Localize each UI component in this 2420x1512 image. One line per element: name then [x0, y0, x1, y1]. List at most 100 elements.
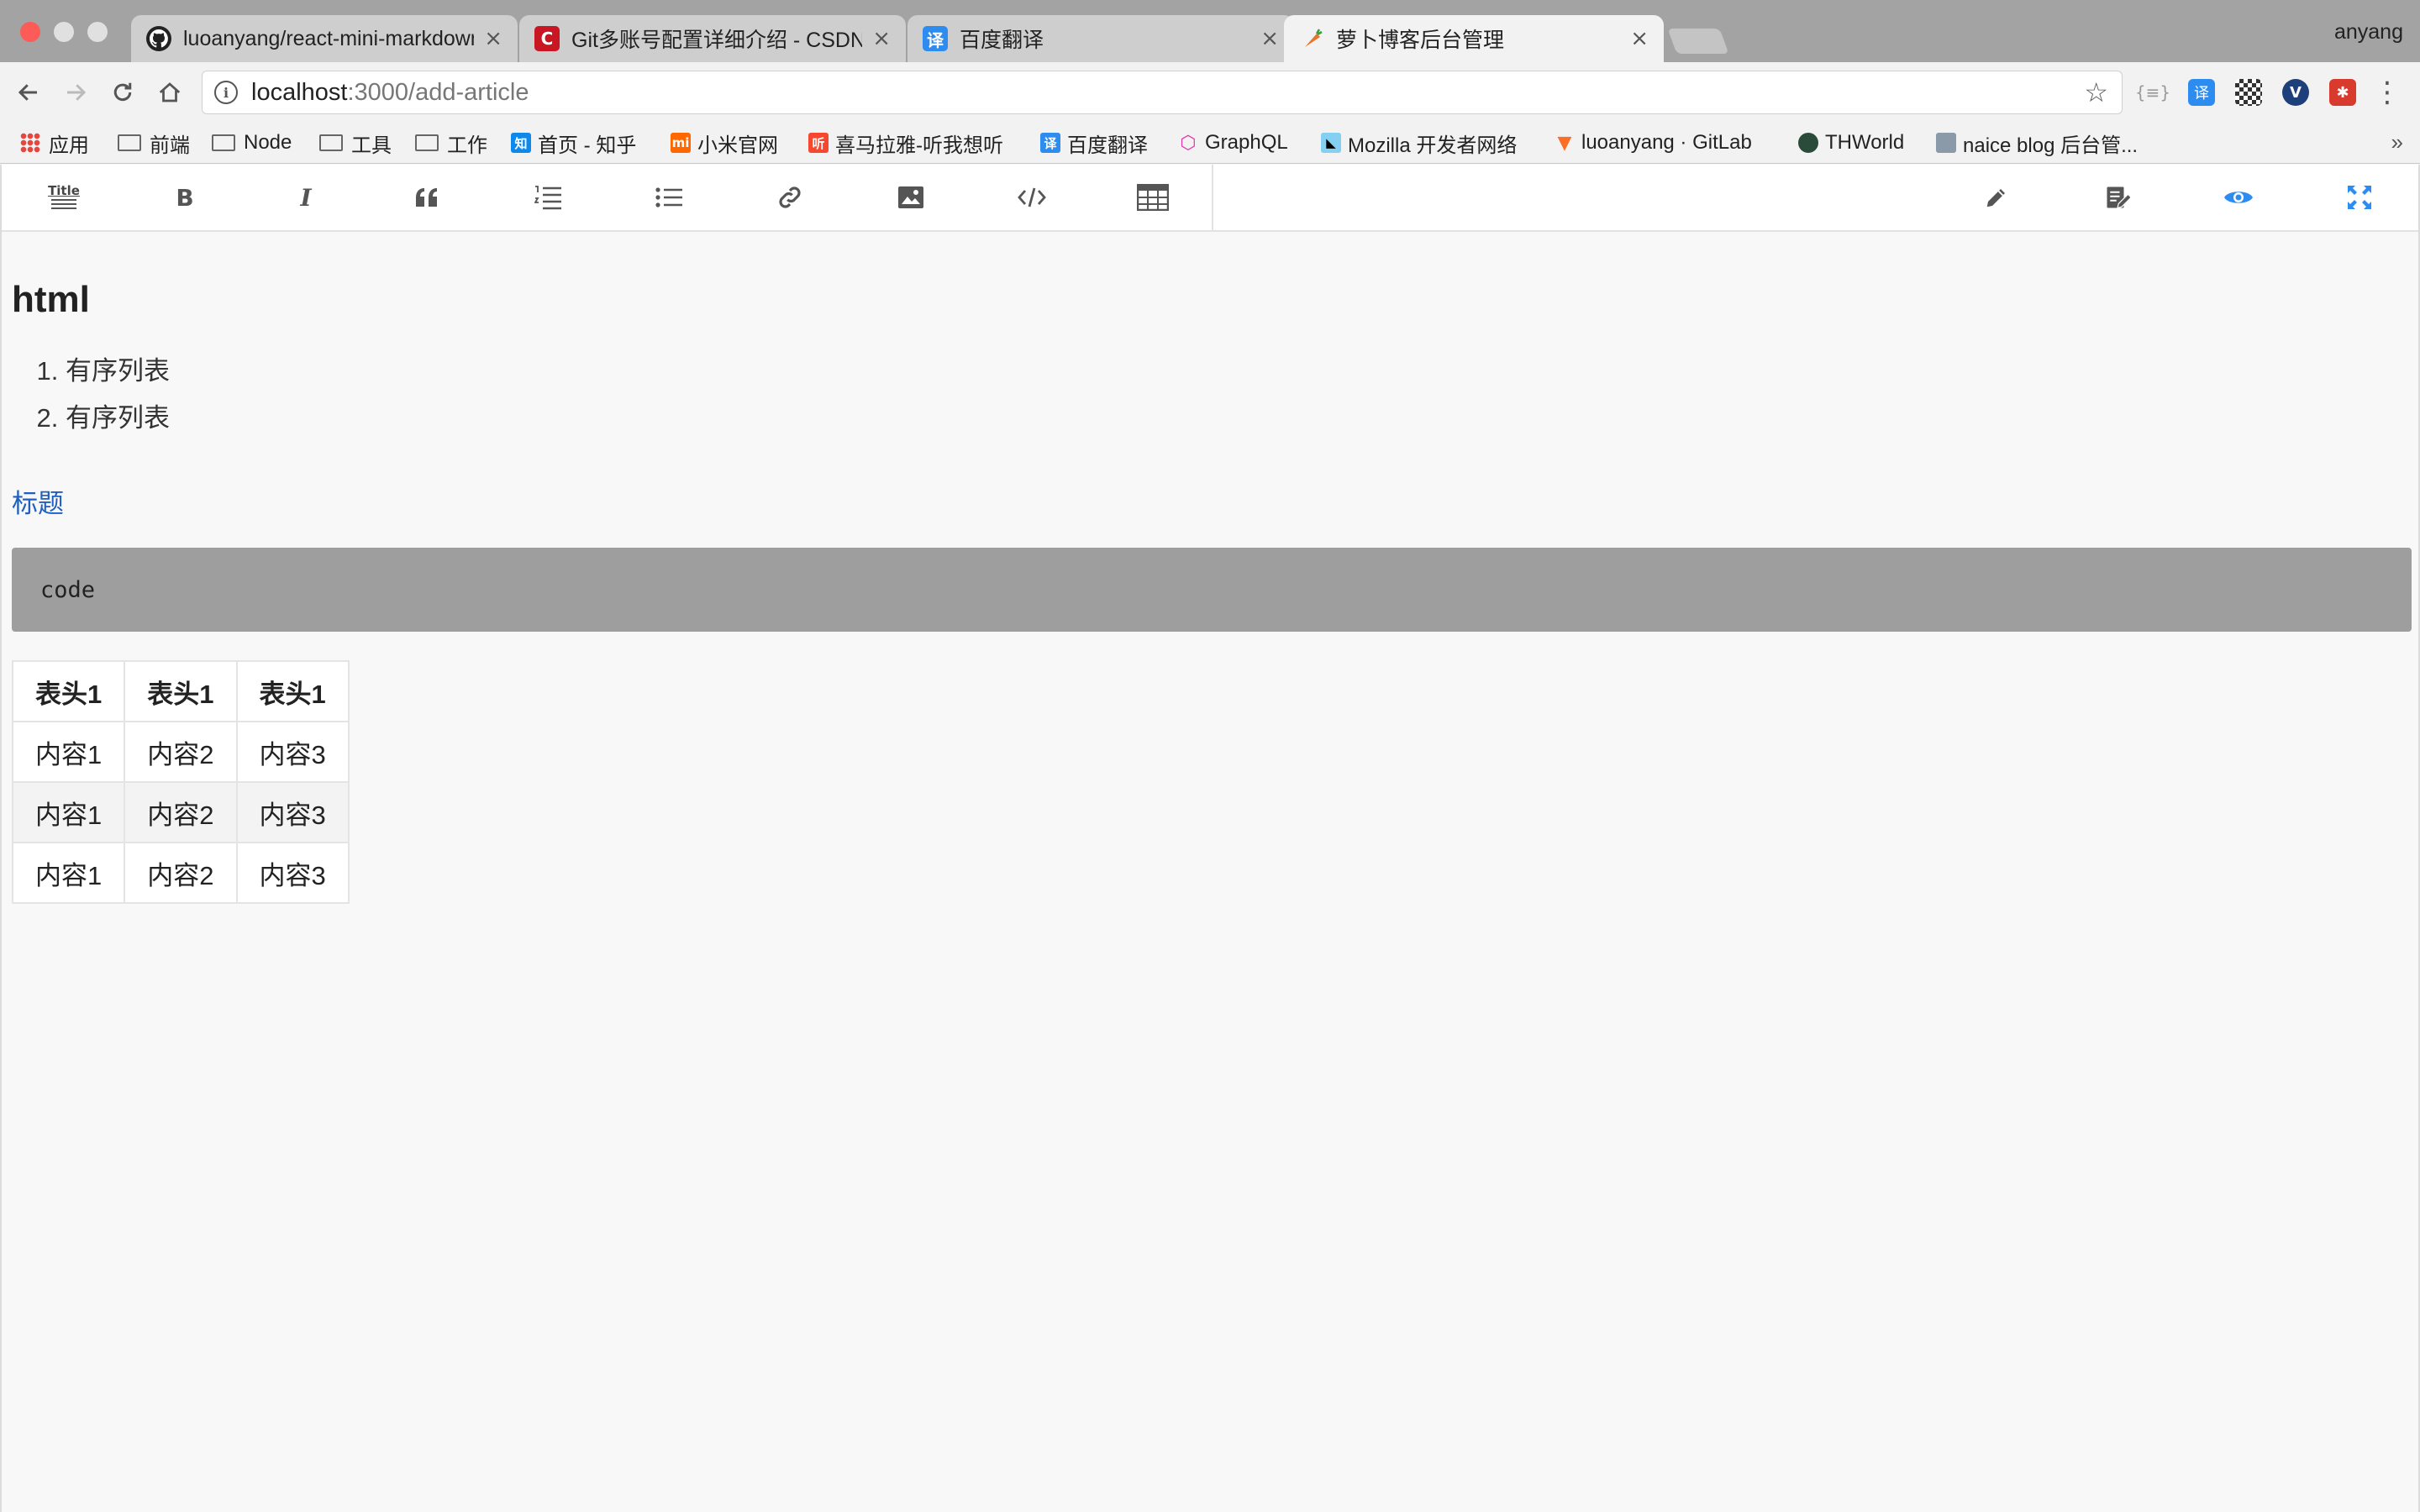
bookmark-label: Node — [244, 131, 292, 154]
tab-close-icon[interactable]: × — [1260, 26, 1279, 51]
unordered-list-icon[interactable] — [649, 178, 689, 217]
bookmark-label: GraphQL — [1205, 131, 1288, 154]
tab-title: Git多账号配置详细介绍 - CSDN — [571, 29, 863, 52]
title-button[interactable]: Title — [44, 178, 84, 217]
browser-toolbar: i localhost:3000/add-article ☆ {≡} 译 V ✱… — [0, 62, 2420, 123]
bookmark-folder[interactable]: 前端 — [118, 128, 190, 158]
bookmark-label: luoanyang · GitLab — [1581, 131, 1752, 154]
bookmark-apps[interactable]: 应用 — [20, 128, 89, 158]
bookmark-label: 喜马拉雅-听我想听 — [835, 134, 1003, 157]
list-item: 有序列表 — [66, 348, 170, 395]
graphql-icon: ⬡ — [1180, 132, 1197, 154]
bookmark-folder[interactable]: 工具 — [319, 128, 392, 158]
reload-icon[interactable] — [104, 74, 141, 111]
table-header-cell: 表头1 — [124, 660, 238, 722]
table-header-cell: 表头1 — [235, 660, 350, 722]
ordered-list: 有序列表 有序列表 — [12, 348, 170, 442]
more-bookmarks-icon[interactable]: » — [2391, 129, 2403, 155]
red-extension-icon[interactable]: ✱ — [2329, 79, 2356, 106]
tab-title: luoanyang/react-mini-markdown — [183, 26, 475, 50]
vue-devtools-extension-icon[interactable]: V — [2282, 79, 2309, 106]
qrcode-extension-icon[interactable] — [2235, 79, 2262, 106]
code-icon[interactable] — [1012, 178, 1052, 217]
markdown-editor: Title B I html 1. 有序列表 2. 有序列表 标题 code 表… — [0, 165, 2420, 1512]
edit-mode-pencil-icon[interactable] — [1976, 178, 2017, 217]
bookmark-label: 小米官网 — [697, 134, 778, 157]
bookmark-baidu-fanyi[interactable]: 译 百度翻译 — [1040, 128, 1148, 158]
bookmark-zhihu[interactable]: 知 首页 - 知乎 — [511, 128, 636, 158]
tab-close-icon[interactable]: × — [1630, 26, 1649, 51]
table-header-row: 表头1 表头1 表头1 — [11, 660, 350, 722]
close-window-button[interactable] — [20, 22, 40, 42]
browser-tab-active[interactable]: 萝卜博客后台管理 × — [1284, 15, 1664, 62]
profile-name[interactable]: anyang — [2334, 20, 2403, 45]
table-row: 内容1 内容2 内容3 — [11, 842, 350, 904]
table-cell: 内容1 — [11, 842, 126, 904]
ordered-list-icon[interactable] — [528, 178, 568, 217]
table-icon[interactable] — [1133, 178, 1173, 217]
back-icon[interactable] — [10, 74, 47, 111]
mdn-dino-icon: ◣ — [1321, 133, 1341, 153]
table-cell: 内容2 — [124, 721, 238, 783]
bookmark-label: 工作 — [447, 134, 487, 157]
title-button-label: Title — [48, 183, 80, 198]
minimize-window-button[interactable] — [54, 22, 74, 42]
quote-icon[interactable] — [407, 178, 447, 217]
fullscreen-icon[interactable] — [2339, 178, 2380, 217]
italic-button[interactable]: I — [286, 178, 326, 217]
bookmark-label: naice blog 后台管... — [1963, 134, 2139, 157]
baidu-translate-icon: 译 — [923, 26, 948, 51]
tab-title: 百度翻译 — [960, 29, 1044, 52]
table-cell: 内容3 — [235, 721, 350, 783]
browser-menu-icon[interactable]: ⋮ — [2373, 76, 2402, 109]
naice-blog-icon — [1936, 133, 1956, 153]
tab-close-icon[interactable]: × — [872, 26, 891, 51]
url-text[interactable]: localhost:3000/add-article — [251, 79, 529, 107]
table-row: 内容1 内容2 内容3 — [11, 781, 350, 843]
bookmark-label: 百度翻译 — [1067, 134, 1148, 157]
preview-eye-icon[interactable] — [2218, 178, 2259, 217]
bookmark-folder[interactable]: 工作 — [415, 128, 487, 158]
link-icon[interactable] — [770, 178, 810, 217]
site-info-icon[interactable]: i — [214, 81, 238, 104]
baidu-translate-extension-icon[interactable]: 译 — [2188, 79, 2215, 106]
bookmark-gitlab[interactable]: ▼ luoanyang · GitLab — [1555, 128, 1752, 158]
bookmark-mdn[interactable]: ◣ Mozilla 开发者网络 — [1321, 128, 1517, 158]
editor-toolbar: Title B I — [2, 165, 2418, 232]
folder-icon — [212, 134, 235, 151]
toolbar-divider — [1212, 165, 1213, 230]
forward-icon[interactable] — [57, 74, 94, 111]
browser-tab[interactable]: C Git多账号配置详细介绍 - CSDN × — [519, 15, 906, 62]
bookmark-star-icon[interactable]: ☆ — [2084, 76, 2108, 108]
split-mode-icon[interactable] — [2097, 178, 2138, 217]
bookmark-folder[interactable]: Node — [212, 128, 292, 158]
browser-tab[interactable]: 译 百度翻译 × — [908, 15, 1294, 62]
baidu-translate-icon: 译 — [1040, 133, 1060, 153]
tab-strip: luoanyang/react-mini-markdown × C Git多账号… — [0, 0, 2420, 62]
ximalaya-icon: 听 — [808, 133, 829, 153]
table-cell: 内容1 — [11, 721, 126, 783]
bookmark-xiaomi[interactable]: mi 小米官网 — [671, 128, 778, 158]
image-icon[interactable] — [891, 178, 931, 217]
gitlab-fox-icon: ▼ — [1557, 132, 1572, 154]
preview-link[interactable]: 标题 — [12, 482, 64, 520]
github-icon — [146, 26, 171, 51]
address-bar[interactable]: i localhost:3000/add-article ☆ — [202, 71, 2123, 114]
tab-close-icon[interactable]: × — [484, 26, 502, 51]
bookmark-thworld[interactable]: THWorld — [1798, 128, 1904, 158]
table-cell: 内容2 — [124, 781, 238, 843]
table-header-cell: 表头1 — [11, 660, 126, 722]
bookmark-naice[interactable]: naice blog 后台管... — [1936, 128, 2138, 158]
bookmark-graphql[interactable]: ⬡ GraphQL — [1178, 128, 1288, 158]
home-icon[interactable] — [151, 74, 188, 111]
json-viewer-extension-icon[interactable]: {≡} — [2135, 79, 2170, 106]
bookmark-label: Mozilla 开发者网络 — [1348, 134, 1518, 157]
bookmark-label: 应用 — [49, 134, 89, 157]
tab-title: 萝卜博客后台管理 — [1336, 29, 1505, 52]
new-tab-button[interactable] — [1667, 29, 1729, 54]
bold-button[interactable]: B — [165, 178, 205, 217]
bookmark-ximalaya[interactable]: 听 喜马拉雅-听我想听 — [808, 128, 1003, 158]
browser-tab[interactable]: luoanyang/react-mini-markdown × — [131, 15, 518, 62]
zoom-window-button[interactable] — [87, 22, 108, 42]
globe-icon — [1798, 133, 1818, 153]
